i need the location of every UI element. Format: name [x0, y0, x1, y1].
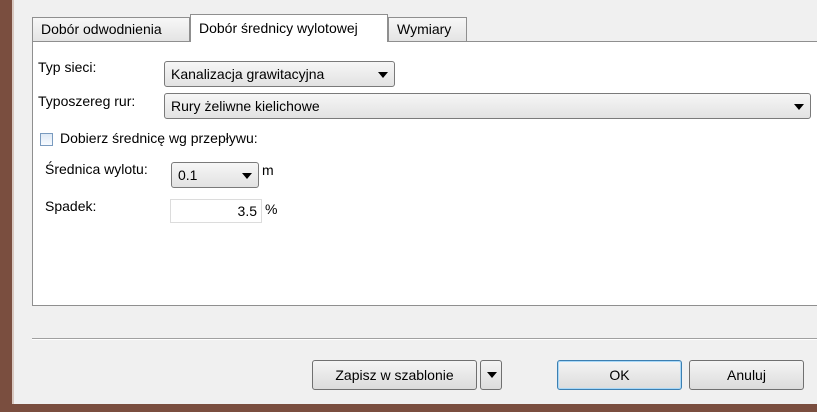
tab-dobor-srednicy-wylotowej[interactable]: Dobór średnicy wylotowej: [190, 14, 388, 42]
chevron-down-icon: [242, 173, 252, 179]
ok-button[interactable]: OK: [557, 360, 682, 390]
slope-value: 3.5: [237, 203, 257, 219]
tab-dobor-odwodnienia[interactable]: Dobór odwodnienia: [32, 17, 190, 41]
slope-unit: %: [265, 201, 278, 217]
outlet-diameter-value: 0.1: [178, 167, 198, 183]
select-by-flow-label: Dobierz średnicę wg przepływu:: [60, 130, 258, 146]
dialog: Dobór odwodnienia Dobór średnicy wylotow…: [16, 0, 817, 404]
save-template-menu-button[interactable]: [480, 360, 502, 390]
save-template-label: Zapisz w szablonie: [335, 367, 454, 383]
pipe-series-select[interactable]: Rury żeliwne kielichowe: [164, 93, 811, 119]
cancel-button[interactable]: Anuluj: [689, 360, 804, 390]
chevron-down-icon: [487, 372, 497, 378]
tab-wymiary[interactable]: Wymiary: [388, 17, 467, 41]
separator: [32, 338, 817, 340]
slope-label: Spadek:: [45, 198, 97, 214]
tab-label: Dobór odwodnienia: [41, 21, 162, 37]
slope-input[interactable]: 3.5: [170, 199, 262, 223]
outlet-diameter-unit: m: [262, 162, 274, 178]
network-type-value: Kanalizacja grawitacyjna: [171, 66, 325, 82]
select-by-flow-checkbox[interactable]: [40, 133, 53, 146]
chevron-down-icon: [378, 72, 388, 78]
outlet-diameter-select[interactable]: 0.1: [171, 162, 259, 188]
chevron-down-icon: [794, 104, 804, 110]
pipe-series-label: Typoszereg rur:: [38, 93, 136, 109]
window-frame-left: [0, 0, 14, 412]
tab-panel: Typ sieci: Kanalizacja grawitacyjna Typo…: [32, 41, 817, 306]
tab-label: Dobór średnicy wylotowej: [199, 20, 358, 36]
cancel-label: Anuluj: [727, 367, 766, 383]
tab-label: Wymiary: [397, 21, 452, 37]
network-type-select[interactable]: Kanalizacja grawitacyjna: [164, 61, 395, 87]
outlet-diameter-label: Średnica wylotu:: [45, 161, 148, 177]
network-type-label: Typ sieci:: [38, 59, 97, 75]
window-frame-bottom: [0, 404, 817, 412]
save-template-button[interactable]: Zapisz w szablonie: [312, 360, 477, 390]
ok-label: OK: [609, 367, 630, 383]
pipe-series-value: Rury żeliwne kielichowe: [171, 98, 320, 114]
